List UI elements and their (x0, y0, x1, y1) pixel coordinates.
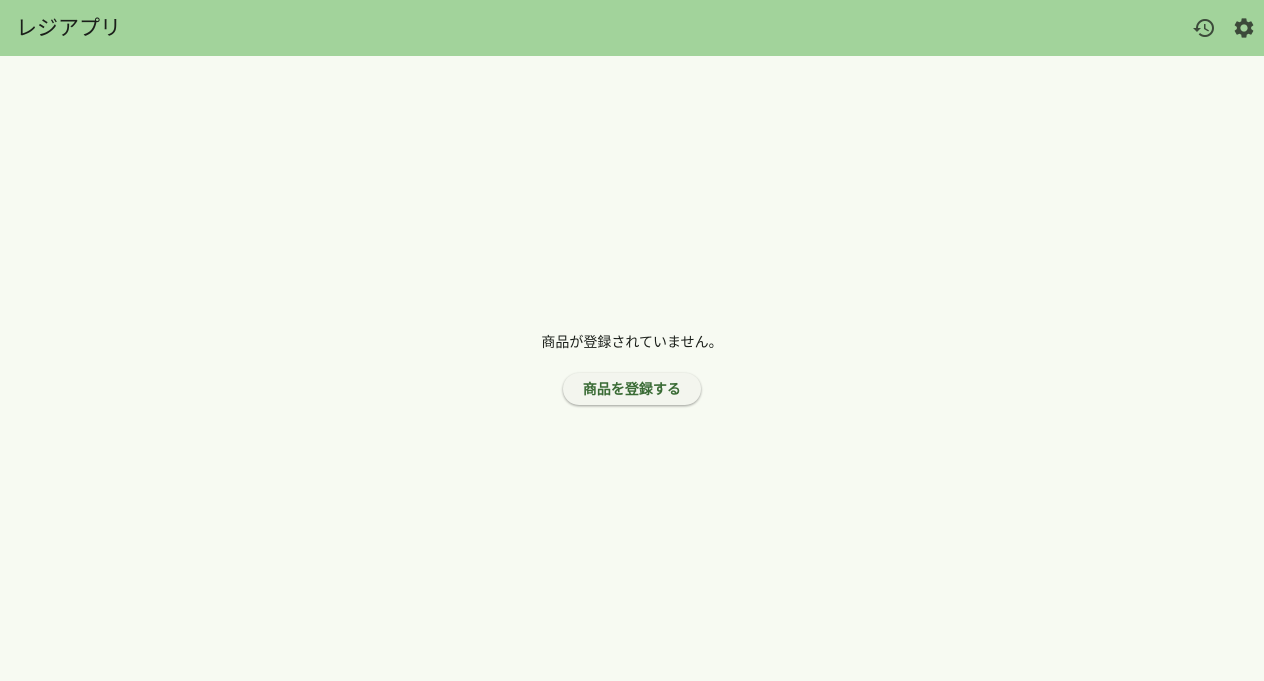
register-product-button[interactable]: 商品を登録する (563, 373, 701, 405)
app-window: レジアプリ 商品が登録されていません。 商品を登録する (0, 0, 1264, 681)
app-bar: レジアプリ (0, 0, 1264, 56)
history-icon (1192, 16, 1216, 40)
history-button[interactable] (1184, 8, 1224, 48)
app-title: レジアプリ (16, 16, 121, 40)
gear-icon (1232, 16, 1256, 40)
empty-state: 商品が登録されていません。 商品を登録する (0, 56, 1264, 681)
empty-message: 商品が登録されていません。 (541, 335, 723, 351)
settings-button[interactable] (1224, 8, 1264, 48)
